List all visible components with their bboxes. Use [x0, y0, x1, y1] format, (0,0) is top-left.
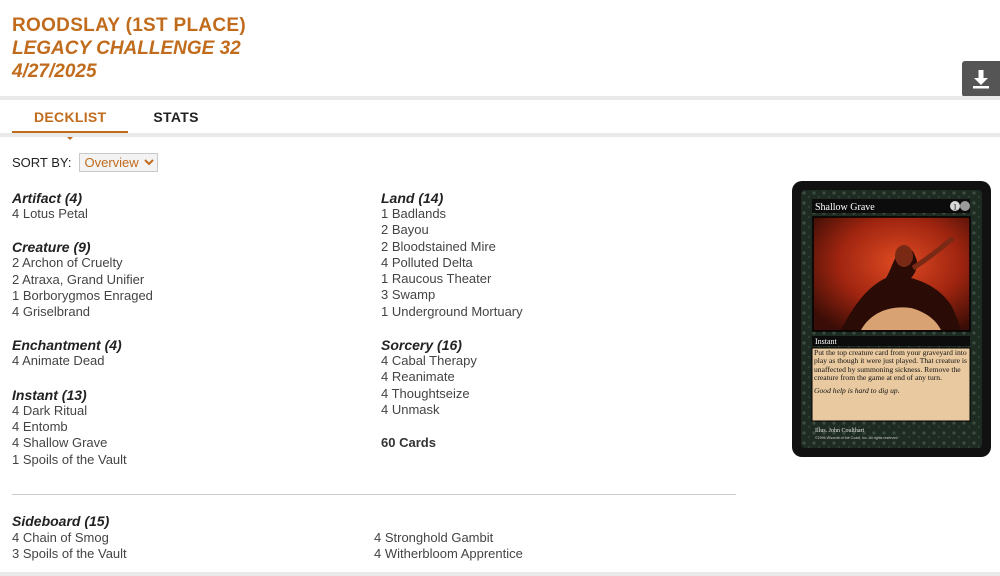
sort-control: SORT BY: Overview — [12, 153, 158, 172]
sideboard-column-left: 4 Chain of Smog 3 Spoils of the Vault — [12, 530, 374, 563]
card-artist: Illus. John Coulthart — [815, 428, 864, 434]
card-entry[interactable]: 4 Dark Ritual — [12, 403, 362, 419]
download-button[interactable] — [962, 61, 1000, 97]
card-entry[interactable]: 1 Raucous Theater — [381, 271, 731, 287]
card-mana-cost: 1 — [953, 203, 957, 212]
card-entry[interactable]: 1 Borborygmos Enraged — [12, 288, 362, 304]
sort-label: SORT BY: — [12, 155, 72, 170]
group-artifact: Artifact (4) 4 Lotus Petal — [12, 190, 362, 222]
card-entry[interactable]: 4 Animate Dead — [12, 353, 362, 369]
decklist-column-right: Land (14) 1 Badlands 2 Bayou 2 Bloodstai… — [381, 190, 731, 452]
card-entry[interactable]: 4 Unmask — [381, 402, 731, 418]
card-entry[interactable]: 4 Cabal Therapy — [381, 353, 731, 369]
card-entry[interactable]: 2 Bayou — [381, 222, 731, 238]
card-total: 60 Cards — [381, 435, 436, 451]
tab-stats[interactable]: STATS — [128, 100, 220, 134]
group-sorcery: Sorcery (16) 4 Cabal Therapy 4 Reanimate… — [381, 337, 731, 418]
deck-title: ROODSLAY (1ST PLACE) — [12, 15, 247, 36]
page-header: ROODSLAY (1ST PLACE) LEGACY CHALLENGE 32… — [12, 14, 246, 83]
card-entry[interactable]: 4 Shallow Grave — [12, 435, 362, 451]
group-title: Artifact (4) — [12, 190, 83, 206]
card-copyright: ©1996 Wizards of the Coast, Inc. All rig… — [815, 436, 898, 440]
card-rules-text: Put the top creature card from your grav… — [814, 349, 967, 383]
card-entry[interactable]: 4 Witherbloom Apprentice — [374, 546, 736, 562]
card-entry[interactable]: 4 Thoughtseize — [381, 386, 731, 402]
group-enchantment: Enchantment (4) 4 Animate Dead — [12, 337, 362, 369]
card-entry[interactable]: 4 Entomb — [12, 419, 362, 435]
footer-divider — [0, 572, 1000, 576]
card-entry[interactable]: 4 Reanimate — [381, 369, 731, 385]
tab-stats-label: STATS — [153, 109, 199, 125]
card-entry[interactable]: 1 Underground Mortuary — [381, 304, 731, 320]
card-entry[interactable]: 3 Spoils of the Vault — [12, 546, 374, 562]
tab-decklist[interactable]: DECKLIST — [12, 100, 129, 140]
download-icon — [973, 70, 989, 89]
card-flavor-text: Good help is hard to dig up. — [814, 385, 900, 395]
card-type: Instant — [815, 337, 838, 346]
sideboard-divider — [12, 494, 736, 495]
group-title: Enchantment (4) — [12, 337, 122, 354]
event-name: LEGACY CHALLENGE 32 — [12, 38, 241, 59]
group-title: Instant (13) — [12, 386, 87, 403]
group-title: Sorcery (16) — [381, 337, 462, 354]
tab-decklist-label: DECKLIST — [34, 109, 107, 125]
card-entry[interactable]: 2 Bloodstained Mire — [381, 239, 731, 255]
card-entry[interactable]: 4 Chain of Smog — [12, 530, 374, 546]
tab-bar: DECKLIST STATS — [12, 100, 221, 140]
card-entry[interactable]: 4 Stronghold Gambit — [374, 530, 736, 546]
card-entry[interactable]: 1 Spoils of the Vault — [12, 452, 362, 468]
group-instant: Instant (13) 4 Dark Ritual 4 Entomb 4 Sh… — [12, 387, 362, 468]
sideboard-section: Sideboard (15) 4 Chain of Smog 3 Spoils … — [12, 513, 736, 563]
group-creature: Creature (9) 2 Archon of Cruelty 2 Atrax… — [12, 239, 362, 320]
card-art: Shallow Grave 1 Instant Put the top crea… — [801, 190, 982, 448]
card-entry[interactable]: 2 Archon of Cruelty — [12, 255, 362, 271]
event-date: 4/27/2025 — [12, 61, 97, 82]
card-entry[interactable]: 4 Griselbrand — [12, 304, 362, 320]
group-title: Creature (9) — [12, 239, 91, 256]
sort-select[interactable]: Overview — [78, 153, 158, 172]
decklist-column-left: Artifact (4) 4 Lotus Petal Creature (9) … — [12, 190, 362, 485]
card-entry[interactable]: 4 Lotus Petal — [12, 206, 362, 222]
sideboard-title: Sideboard (15) — [12, 513, 110, 529]
card-entry[interactable]: 1 Badlands — [381, 206, 731, 222]
group-title: Land (14) — [381, 190, 444, 206]
card-preview-image: Shallow Grave 1 Instant Put the top crea… — [792, 181, 991, 457]
card-name: Shallow Grave — [815, 202, 875, 213]
tabs-divider — [0, 133, 1000, 137]
sideboard-columns: 4 Chain of Smog 3 Spoils of the Vault 4 … — [12, 530, 736, 563]
card-entry[interactable]: 4 Polluted Delta — [381, 255, 731, 271]
group-land: Land (14) 1 Badlands 2 Bayou 2 Bloodstai… — [381, 190, 731, 320]
card-entry[interactable]: 2 Atraxa, Grand Unifier — [12, 272, 362, 288]
card-entry[interactable]: 3 Swamp — [381, 287, 731, 303]
sideboard-column-right: 4 Stronghold Gambit 4 Witherbloom Appren… — [374, 530, 736, 563]
